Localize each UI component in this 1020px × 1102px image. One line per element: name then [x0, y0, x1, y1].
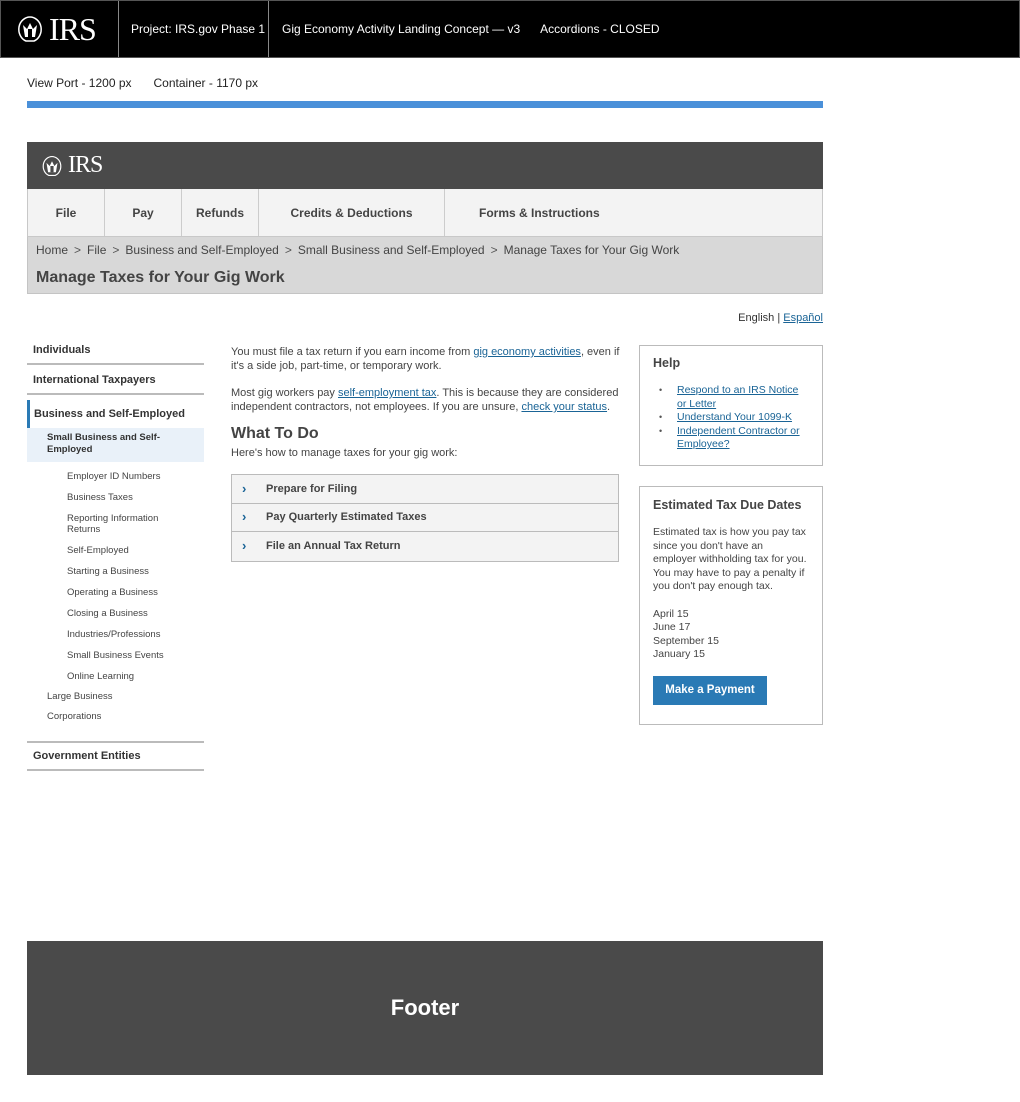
check-status-link[interactable]: check your status — [521, 401, 607, 413]
help-panel: Help Respond to an IRS Notice or Letter … — [639, 345, 823, 466]
self-employment-paragraph: Most gig workers pay self-employment tax… — [231, 386, 621, 414]
breadcrumb-separator: > — [490, 243, 498, 257]
self-employment-tax-link[interactable]: self-employment tax — [338, 387, 436, 399]
what-to-do-intro: Here's how to manage taxes for your gig … — [231, 447, 458, 459]
viewport-label: View Port - 1200 px — [27, 76, 132, 90]
sidebar-subsubitem[interactable]: Reporting Information Returns — [27, 508, 204, 540]
due-dates-list: April 15 June 17 September 15 January 15 — [653, 608, 809, 662]
chevron-right-icon: › — [242, 538, 247, 554]
help-link-contractor[interactable]: Independent Contractor or Employee? — [677, 425, 800, 451]
site-logo[interactable]: IRS — [40, 152, 103, 179]
breadcrumb-file[interactable]: File — [87, 243, 106, 257]
accordion-label: File an Annual Tax Return — [266, 540, 401, 553]
main-content: You must file a tax return if you earn i… — [231, 345, 621, 562]
sidebar-subitem-small-business-active[interactable]: Small Business and Self-Employed — [27, 428, 204, 462]
breadcrumb-separator: > — [284, 243, 292, 257]
due-dates-title: Estimated Tax Due Dates — [653, 498, 802, 512]
sidebar-subsubitem[interactable]: Operating a Business — [27, 582, 204, 603]
due-dates-body: Estimated tax is how you pay tax since y… — [653, 526, 807, 592]
nav-pay[interactable]: Pay — [105, 189, 182, 236]
project-label: Project: IRS.gov Phase 1 — [119, 1, 269, 57]
accordion: › Prepare for Filing › Pay Quarterly Est… — [231, 474, 619, 562]
sidebar-item-individuals[interactable]: Individuals — [27, 340, 204, 365]
language-current: English — [738, 312, 775, 324]
logo-text: IRS — [49, 10, 97, 47]
page-title: Manage Taxes for Your Gig Work — [36, 269, 285, 286]
help-link-1099k[interactable]: Understand Your 1099-K — [677, 411, 792, 423]
breadcrumb: Home > File > Business and Self-Employed… — [36, 243, 814, 257]
container-width-bar — [27, 101, 823, 108]
viewport-meta: View Port - 1200 px Container - 1170 px — [27, 76, 258, 90]
eagle-emblem-icon — [42, 155, 62, 176]
help-list-item: Independent Contractor or Employee? — [653, 425, 809, 452]
footer: Footer — [27, 941, 823, 1075]
sidebar-subsubitem[interactable]: Employer ID Numbers — [27, 466, 204, 487]
sidebar-subitem[interactable]: Corporations — [27, 707, 204, 727]
help-list-item: Respond to an IRS Notice or Letter — [653, 384, 809, 411]
breadcrumb-separator: > — [74, 243, 82, 257]
breadcrumb-business[interactable]: Business and Self-Employed — [125, 243, 278, 257]
accordion-label: Prepare for Filing — [266, 482, 358, 495]
nav-forms-instructions[interactable]: Forms & Instructions — [445, 189, 822, 236]
concept-label: Gig Economy Activity Landing Concept — v… — [282, 22, 521, 36]
due-date: January 15 — [653, 648, 705, 660]
sidebar-subsubitem[interactable]: Industries/Professions — [27, 624, 204, 645]
accordion-label: Pay Quarterly Estimated Taxes — [266, 511, 427, 524]
accordion-item-prepare[interactable]: › Prepare for Filing — [232, 475, 618, 504]
due-date: June 17 — [653, 621, 691, 633]
accordion-item-quarterly[interactable]: › Pay Quarterly Estimated Taxes — [232, 503, 618, 532]
sidebar-subsubitem[interactable]: Online Learning — [27, 666, 204, 687]
sidebar-item-government[interactable]: Government Entities — [27, 741, 204, 771]
eagle-emblem-icon — [18, 16, 42, 42]
breadcrumb-small-business[interactable]: Small Business and Self-Employed — [298, 243, 485, 257]
breadcrumb-area: Home > File > Business and Self-Employed… — [27, 237, 823, 294]
nav-credits-deductions[interactable]: Credits & Deductions — [259, 189, 445, 236]
irs-logo: IRS — [1, 1, 119, 57]
sidebar-nav: Individuals International Taxpayers Busi… — [27, 340, 204, 771]
nav-refunds[interactable]: Refunds — [182, 189, 259, 236]
nav-file[interactable]: File — [28, 189, 105, 236]
language-divider: | — [777, 312, 781, 324]
intro-paragraph: You must file a tax return if you earn i… — [231, 345, 621, 373]
logo-text: IRS — [68, 152, 103, 178]
site-header: IRS — [27, 142, 823, 189]
sidebar-subitem[interactable]: Large Business — [27, 687, 204, 707]
help-link-notice[interactable]: Respond to an IRS Notice or Letter — [677, 384, 798, 410]
gig-economy-link[interactable]: gig economy activities — [473, 346, 581, 358]
annotation-bar: IRS Project: IRS.gov Phase 1 Gig Economy… — [0, 0, 1020, 58]
make-payment-button[interactable]: Make a Payment — [653, 675, 767, 705]
state-label: Accordions - CLOSED — [540, 22, 660, 36]
help-title: Help — [653, 356, 681, 370]
what-to-do-heading: What To Do — [231, 425, 319, 442]
sidebar-subsubitem[interactable]: Starting a Business — [27, 561, 204, 582]
sidebar-item-business-active[interactable]: Business and Self-Employed — [27, 400, 204, 428]
sidebar-item-international[interactable]: International Taxpayers — [27, 370, 204, 395]
help-list-item: Understand Your 1099-K — [653, 411, 809, 425]
chevron-right-icon: › — [242, 509, 247, 525]
sidebar-subsubitem[interactable]: Closing a Business — [27, 603, 204, 624]
language-espanol-link[interactable]: Español — [783, 312, 823, 324]
chevron-right-icon: › — [242, 480, 247, 496]
due-date: September 15 — [653, 634, 719, 647]
breadcrumb-current: Manage Taxes for Your Gig Work — [503, 243, 680, 257]
accordion-item-annual[interactable]: › File an Annual Tax Return — [232, 532, 618, 561]
text: Most gig workers pay — [231, 387, 338, 399]
due-dates-panel: Estimated Tax Due Dates Estimated tax is… — [639, 486, 823, 725]
text: . — [607, 401, 611, 413]
text: You must file a tax return if you earn i… — [231, 346, 474, 358]
sidebar-subsubitem[interactable]: Self-Employed — [27, 540, 204, 561]
container-label: Container - 1170 px — [153, 76, 259, 90]
help-links: Respond to an IRS Notice or Letter Under… — [653, 384, 809, 452]
footer-label: Footer — [390, 995, 460, 1020]
sidebar-subsubitem[interactable]: Business Taxes — [27, 487, 204, 508]
language-switcher: English | Español — [738, 312, 823, 324]
main-nav: File Pay Refunds Credits & Deductions Fo… — [27, 189, 823, 237]
breadcrumb-home[interactable]: Home — [36, 243, 68, 257]
due-date: April 15 — [653, 607, 689, 620]
breadcrumb-separator: > — [112, 243, 120, 257]
sidebar-subsubitem[interactable]: Small Business Events — [27, 645, 204, 666]
